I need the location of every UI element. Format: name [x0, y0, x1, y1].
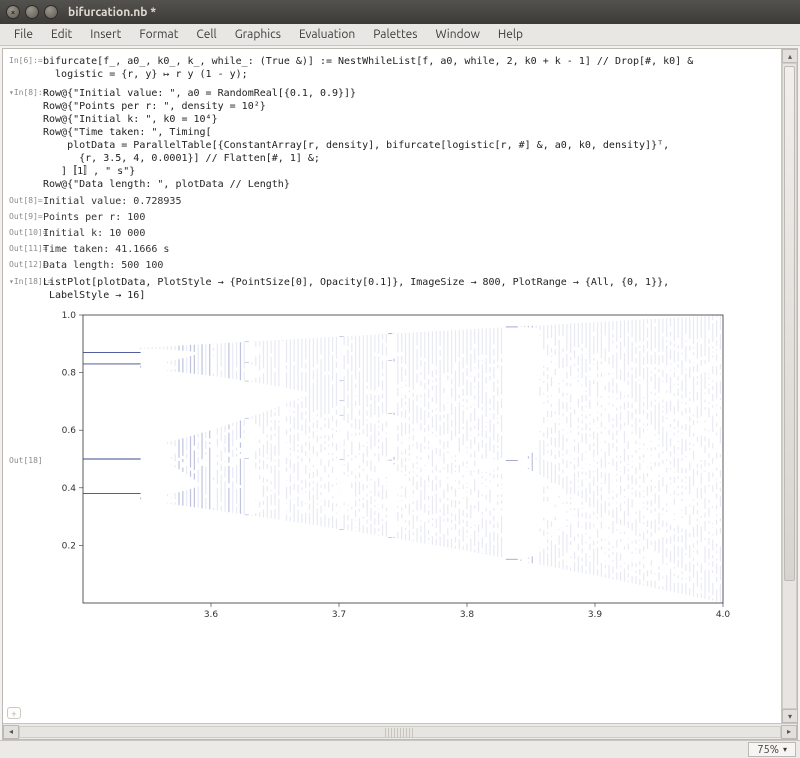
menu-format[interactable]: Format	[131, 26, 186, 43]
horizontal-scrollbar[interactable]: ◂ ▸	[3, 723, 797, 739]
menu-window[interactable]: Window	[427, 26, 487, 43]
svg-text:1.0: 1.0	[62, 311, 77, 321]
output-cell-10: Out[10]= Initial k: 10 000	[9, 227, 779, 240]
close-icon[interactable]: ×	[6, 5, 20, 19]
cell-body-out12: Data length: 500 100	[43, 259, 779, 272]
cell-label-in8: ▾In[8]:=	[9, 87, 43, 98]
window-title: bifurcation.nb *	[68, 6, 156, 19]
minimize-icon[interactable]	[25, 5, 39, 19]
notebook-content[interactable]: In[6]:= bifurcate[f_, a0_, k0_, k_, whil…	[3, 49, 797, 723]
cell-body-out9: Points per r: 100	[43, 211, 779, 224]
menu-file[interactable]: File	[6, 26, 41, 43]
zoom-level[interactable]: 75%▾	[748, 742, 796, 757]
svg-text:0.8: 0.8	[62, 369, 77, 379]
output-cell-8: Out[8]= Initial value: 0.728935	[9, 195, 779, 208]
bifurcation-plot[interactable]: 3.6 3.7 3.8 3.9 4.0 0.2 0.4 0.6 0.8 1.0	[43, 307, 733, 627]
output-cell-12: Out[12]= Data length: 500 100	[9, 259, 779, 272]
svg-text:0.2: 0.2	[62, 541, 76, 551]
cell-label-out18: Out[18]=	[9, 455, 43, 466]
cell-label-in18: ▾In[18]:=	[9, 276, 43, 287]
svg-text:4.0: 4.0	[716, 610, 731, 620]
svg-text:0.6: 0.6	[62, 426, 77, 436]
cell-body-in6[interactable]: bifurcate[f_, a0_, k0_, k_, while_: (Tru…	[43, 55, 779, 81]
output-cell-9: Out[9]= Points per r: 100	[9, 211, 779, 224]
notebook-area: In[6]:= bifurcate[f_, a0_, k0_, k_, whil…	[2, 48, 798, 740]
scroll-up-icon[interactable]: ▴	[782, 49, 798, 63]
vertical-scrollbar[interactable]: ▴ ▾	[781, 49, 797, 723]
svg-text:3.9: 3.9	[588, 610, 603, 620]
chevron-down-icon: ▾	[783, 745, 787, 754]
scroll-right-icon[interactable]: ▸	[781, 725, 797, 739]
scroll-left-icon[interactable]: ◂	[3, 725, 19, 739]
output-cell-18: Out[18]= 3.6 3.7 3.8 3.9 4.0 0.2 0.4 0.6 0.8 1.0	[9, 305, 779, 627]
scroll-down-icon[interactable]: ▾	[782, 709, 798, 723]
cell-label-in6: In[6]:=	[9, 55, 43, 66]
svg-text:3.8: 3.8	[460, 610, 475, 620]
hscroll-track[interactable]	[19, 726, 781, 738]
cell-body-in8[interactable]: Row@{"Initial value: ", a0 = RandomReal[…	[43, 87, 779, 191]
window-titlebar: × bifurcation.nb *	[0, 0, 800, 24]
cell-label-out12: Out[12]=	[9, 259, 43, 270]
svg-text:3.7: 3.7	[332, 610, 346, 620]
output-cell-11: Out[11]= Time taken: 41.1666 s	[9, 243, 779, 256]
cell-body-out8: Initial value: 0.728935	[43, 195, 779, 208]
vscroll-thumb[interactable]	[784, 66, 795, 581]
cell-label-out8: Out[8]=	[9, 195, 43, 206]
menu-graphics[interactable]: Graphics	[227, 26, 289, 43]
cell-body-in18[interactable]: ListPlot[plotData, PlotStyle → {PointSiz…	[43, 276, 779, 302]
input-cell-8[interactable]: ▾In[8]:= Row@{"Initial value: ", a0 = Ra…	[9, 87, 779, 191]
input-cell-6[interactable]: In[6]:= bifurcate[f_, a0_, k0_, k_, whil…	[9, 55, 779, 81]
svg-text:0.4: 0.4	[62, 484, 77, 494]
svg-text:3.6: 3.6	[204, 610, 219, 620]
menu-palettes[interactable]: Palettes	[365, 26, 425, 43]
maximize-icon[interactable]	[44, 5, 58, 19]
menu-cell[interactable]: Cell	[188, 26, 224, 43]
cell-body-out10: Initial k: 10 000	[43, 227, 779, 240]
vscroll-track[interactable]	[782, 63, 797, 709]
menu-evaluation[interactable]: Evaluation	[291, 26, 363, 43]
new-cell-handle[interactable]: +	[7, 707, 21, 719]
menu-help[interactable]: Help	[490, 26, 531, 43]
cell-label-out10: Out[10]=	[9, 227, 43, 238]
cell-label-out11: Out[11]=	[9, 243, 43, 254]
status-bar: 75%▾	[0, 740, 800, 758]
menu-bar: File Edit Insert Format Cell Graphics Ev…	[0, 24, 800, 46]
cell-label-out9: Out[9]=	[9, 211, 43, 222]
menu-edit[interactable]: Edit	[43, 26, 80, 43]
menu-insert[interactable]: Insert	[82, 26, 129, 43]
input-cell-18[interactable]: ▾In[18]:= ListPlot[plotData, PlotStyle →…	[9, 276, 779, 302]
cell-body-out11: Time taken: 41.1666 s	[43, 243, 779, 256]
window-controls: ×	[6, 5, 58, 19]
